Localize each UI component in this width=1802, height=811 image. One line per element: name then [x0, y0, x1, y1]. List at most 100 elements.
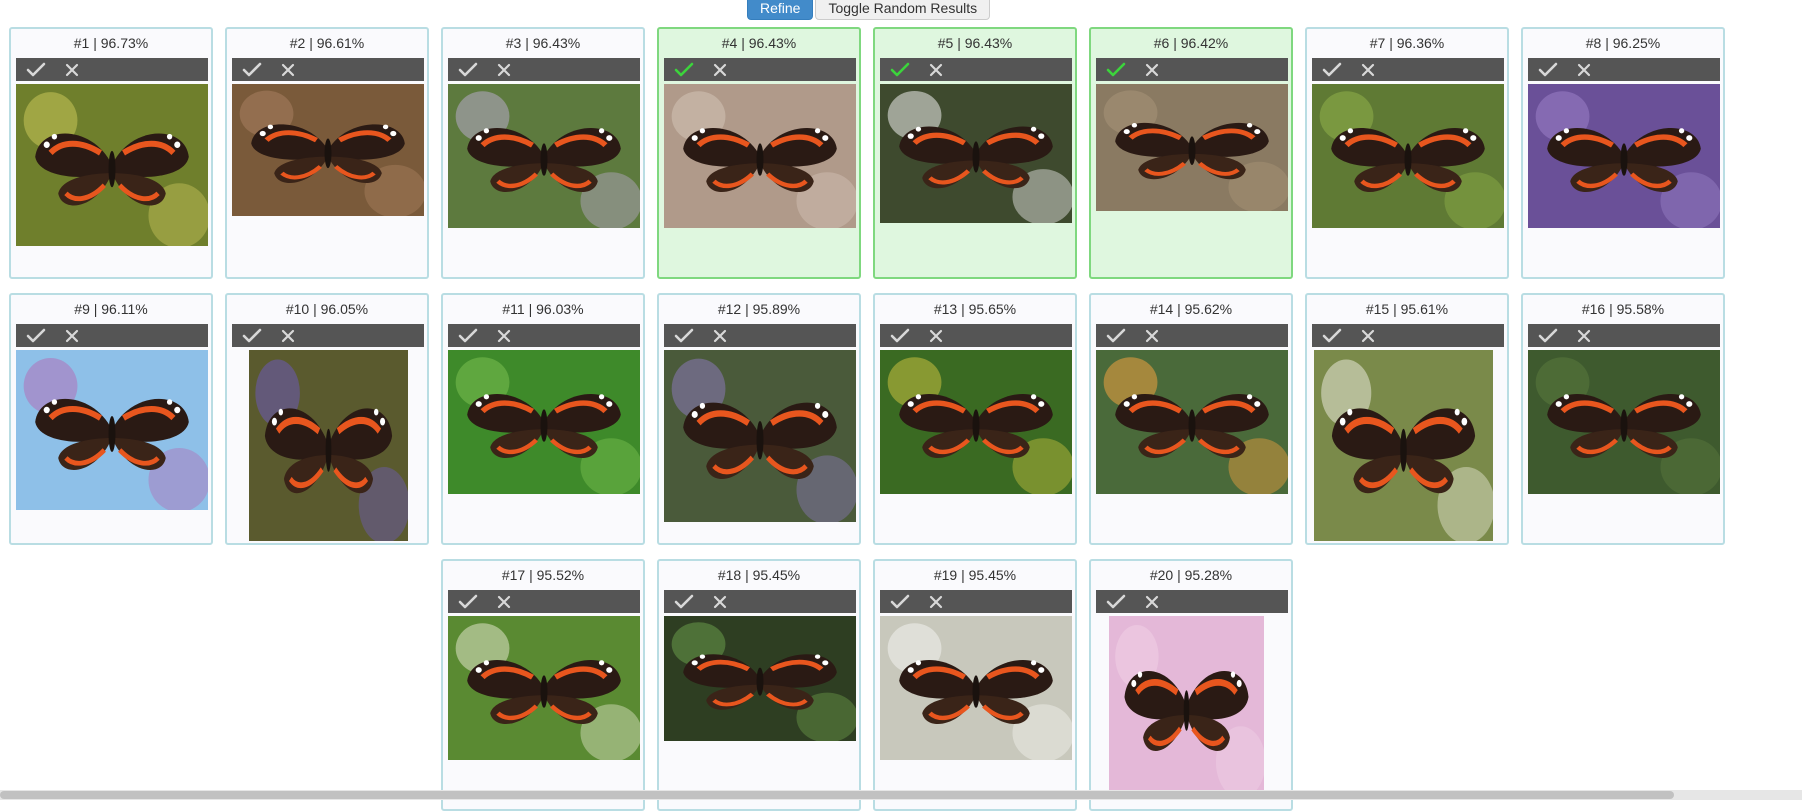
- close-icon[interactable]: [1356, 324, 1380, 347]
- result-card[interactable]: #11 | 96.03%: [441, 293, 645, 545]
- result-card[interactable]: #15 | 95.61%: [1305, 293, 1509, 545]
- butterfly-image[interactable]: [1528, 84, 1720, 228]
- result-card[interactable]: #3 | 96.43%: [441, 27, 645, 279]
- butterfly-image[interactable]: [880, 350, 1072, 494]
- checkmark-icon[interactable]: [1320, 324, 1344, 347]
- close-icon[interactable]: [1140, 58, 1164, 81]
- butterfly-image[interactable]: [664, 350, 856, 522]
- close-icon[interactable]: [1140, 324, 1164, 347]
- checkmark-icon[interactable]: [672, 58, 696, 81]
- result-card[interactable]: #6 | 96.42%: [1089, 27, 1293, 279]
- result-title: #10 | 96.05%: [285, 301, 369, 317]
- checkmark-icon[interactable]: [672, 590, 696, 613]
- close-icon[interactable]: [492, 590, 516, 613]
- result-toolbar: [664, 590, 856, 613]
- result-card[interactable]: #4 | 96.43%: [657, 27, 861, 279]
- butterfly-image[interactable]: [664, 84, 856, 228]
- result-toolbar: [232, 324, 424, 347]
- butterfly-image[interactable]: [16, 350, 208, 510]
- close-icon[interactable]: [492, 58, 516, 81]
- result-card[interactable]: #2 | 96.61%: [225, 27, 429, 279]
- horizontal-scrollbar[interactable]: [0, 790, 1802, 800]
- butterfly-image[interactable]: [1109, 616, 1264, 796]
- result-title: #3 | 96.43%: [505, 35, 581, 51]
- result-card[interactable]: #12 | 95.89%: [657, 293, 861, 545]
- checkmark-icon[interactable]: [888, 324, 912, 347]
- butterfly-image[interactable]: [249, 350, 408, 541]
- butterfly-image[interactable]: [16, 84, 208, 246]
- result-card[interactable]: #19 | 95.45%: [873, 559, 1077, 811]
- result-card[interactable]: #9 | 96.11%: [9, 293, 213, 545]
- close-icon[interactable]: [1140, 590, 1164, 613]
- checkmark-icon[interactable]: [1536, 324, 1560, 347]
- butterfly-image[interactable]: [448, 616, 640, 760]
- close-icon[interactable]: [924, 324, 948, 347]
- checkmark-icon[interactable]: [456, 58, 480, 81]
- result-card[interactable]: #14 | 95.62%: [1089, 293, 1293, 545]
- close-icon[interactable]: [1572, 324, 1596, 347]
- result-card[interactable]: #17 | 95.52%: [441, 559, 645, 811]
- refine-button[interactable]: Refine: [747, 0, 814, 20]
- result-title: #14 | 95.62%: [1149, 301, 1233, 317]
- result-toolbar: [448, 324, 640, 347]
- result-title: #2 | 96.61%: [289, 35, 365, 51]
- checkmark-icon[interactable]: [1320, 58, 1344, 81]
- checkmark-icon[interactable]: [1536, 58, 1560, 81]
- close-icon[interactable]: [492, 324, 516, 347]
- result-title: #12 | 95.89%: [717, 301, 801, 317]
- checkmark-icon[interactable]: [1104, 324, 1128, 347]
- result-toolbar: [880, 324, 1072, 347]
- butterfly-image[interactable]: [1096, 84, 1288, 211]
- result-card[interactable]: #20 | 95.28%: [1089, 559, 1293, 811]
- checkmark-icon[interactable]: [672, 324, 696, 347]
- checkmark-icon[interactable]: [240, 324, 264, 347]
- result-card[interactable]: #16 | 95.58%: [1521, 293, 1725, 545]
- close-icon[interactable]: [60, 324, 84, 347]
- scrollbar-thumb[interactable]: [0, 791, 1674, 799]
- close-icon[interactable]: [60, 58, 84, 81]
- close-icon[interactable]: [1356, 58, 1380, 81]
- checkmark-icon[interactable]: [888, 590, 912, 613]
- result-toolbar: [448, 590, 640, 613]
- close-icon[interactable]: [276, 58, 300, 81]
- butterfly-image[interactable]: [448, 84, 640, 228]
- checkmark-icon[interactable]: [456, 324, 480, 347]
- checkmark-icon[interactable]: [24, 324, 48, 347]
- butterfly-image[interactable]: [880, 616, 1072, 760]
- close-icon[interactable]: [1572, 58, 1596, 81]
- close-icon[interactable]: [276, 324, 300, 347]
- result-card[interactable]: #10 | 96.05%: [225, 293, 429, 545]
- result-toolbar: [16, 324, 208, 347]
- butterfly-image[interactable]: [448, 350, 640, 494]
- result-card[interactable]: #1 | 96.73%: [9, 27, 213, 279]
- close-icon[interactable]: [924, 590, 948, 613]
- results-grid: Refine Toggle Random Results #1 | 96.73%…: [0, 0, 1802, 811]
- butterfly-image[interactable]: [1314, 350, 1493, 541]
- result-card[interactable]: #5 | 96.43%: [873, 27, 1077, 279]
- butterfly-image[interactable]: [1096, 350, 1288, 494]
- butterfly-image[interactable]: [1528, 350, 1720, 494]
- checkmark-icon[interactable]: [240, 58, 264, 81]
- butterfly-image[interactable]: [880, 84, 1072, 223]
- toggle-random-results-button[interactable]: Toggle Random Results: [815, 0, 991, 20]
- close-icon[interactable]: [708, 58, 732, 81]
- checkmark-icon[interactable]: [1104, 590, 1128, 613]
- result-toolbar: [664, 324, 856, 347]
- butterfly-image[interactable]: [1312, 84, 1504, 228]
- result-card[interactable]: #13 | 95.65%: [873, 293, 1077, 545]
- result-card[interactable]: #18 | 95.45%: [657, 559, 861, 811]
- checkmark-icon[interactable]: [888, 58, 912, 81]
- result-card[interactable]: #8 | 96.25%: [1521, 27, 1725, 279]
- result-title: #16 | 95.58%: [1581, 301, 1665, 317]
- butterfly-image[interactable]: [232, 84, 424, 216]
- checkmark-icon[interactable]: [456, 590, 480, 613]
- result-title: #5 | 96.43%: [937, 35, 1013, 51]
- checkmark-icon[interactable]: [1104, 58, 1128, 81]
- close-icon[interactable]: [924, 58, 948, 81]
- butterfly-image[interactable]: [664, 616, 856, 741]
- close-icon[interactable]: [708, 324, 732, 347]
- result-title: #19 | 95.45%: [933, 567, 1017, 583]
- result-card[interactable]: #7 | 96.36%: [1305, 27, 1509, 279]
- close-icon[interactable]: [708, 590, 732, 613]
- checkmark-icon[interactable]: [24, 58, 48, 81]
